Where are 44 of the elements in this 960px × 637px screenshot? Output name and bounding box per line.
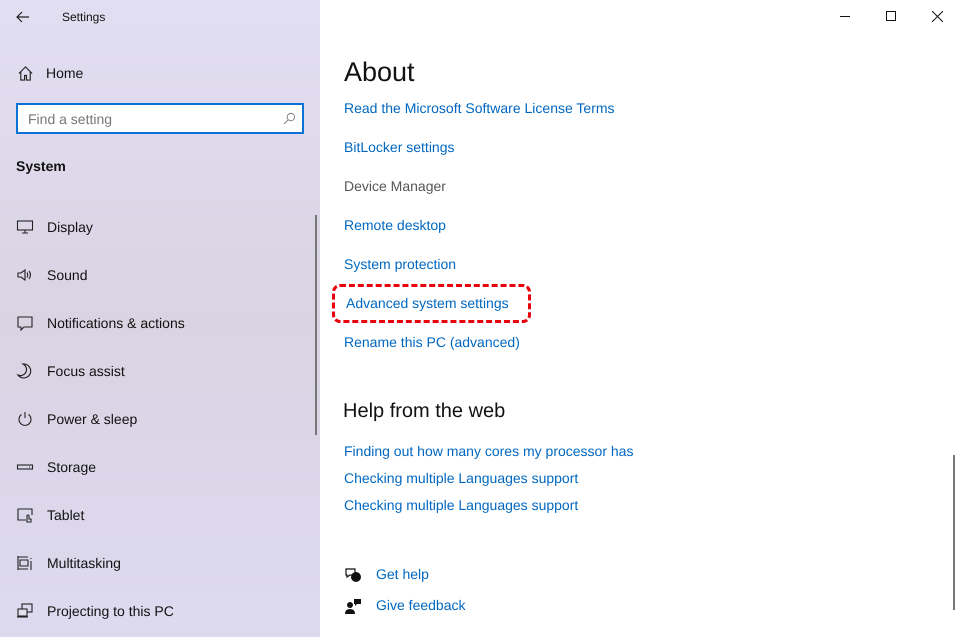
link[interactable]: Checking multiple Languages support — [344, 468, 578, 489]
speaker-icon — [16, 266, 34, 284]
search-field[interactable]: Find a setting — [16, 103, 304, 134]
link[interactable]: Advanced system settings — [346, 293, 509, 314]
sidebar-item[interactable]: Power & sleep — [0, 395, 320, 443]
sidebar-item[interactable]: Tablet — [0, 491, 320, 539]
section-heading: Help from the web — [343, 399, 506, 424]
sidebar-item[interactable]: Multitasking — [0, 539, 320, 587]
search-icon — [283, 112, 296, 125]
projector-screen-icon — [16, 602, 34, 620]
link[interactable]: Remote desktop — [344, 215, 446, 236]
sidebar-item[interactable]: Notifications & actions — [0, 299, 320, 347]
feedback-person-icon — [344, 596, 362, 614]
close-icon — [932, 10, 942, 22]
power-icon — [16, 410, 34, 428]
link[interactable]: Checking multiple Languages support — [344, 495, 578, 516]
scrollbar[interactable] — [953, 455, 955, 610]
link[interactable]: Finding out how many cores my processor has — [344, 441, 634, 462]
sidebar-item[interactable]: Focus assist — [0, 347, 320, 395]
tablet-icon — [16, 506, 34, 524]
link[interactable]: Give feedback — [376, 595, 466, 616]
window-title: Settings — [62, 9, 106, 26]
moon-icon — [16, 362, 34, 380]
link[interactable]: Get help — [376, 564, 429, 585]
back-arrow-icon — [16, 11, 30, 23]
link[interactable]: System protection — [344, 254, 456, 275]
help-chat-icon — [344, 566, 362, 584]
monitor-icon — [16, 218, 34, 236]
maximize-icon — [886, 11, 896, 21]
sidebar-item[interactable]: Projecting to this PC — [0, 587, 320, 635]
message-icon — [16, 314, 34, 332]
scrollbar[interactable] — [315, 215, 317, 435]
page-title: About — [344, 56, 416, 88]
sidebar-item[interactable]: Display — [0, 203, 320, 251]
sidebar-item[interactable]: Sound — [0, 251, 320, 299]
home-icon — [17, 64, 34, 82]
link[interactable]: BitLocker settings — [344, 137, 454, 158]
link[interactable]: Read the Microsoft Software License Terms — [344, 98, 615, 119]
multitasking-icon — [16, 554, 34, 572]
link: Device Manager — [344, 177, 446, 196]
sidebar-item[interactable]: Storage — [0, 443, 320, 491]
link[interactable]: Rename this PC (advanced) — [344, 332, 520, 353]
home-nav-item[interactable]: Home — [0, 60, 320, 86]
section-heading: System — [16, 157, 67, 176]
